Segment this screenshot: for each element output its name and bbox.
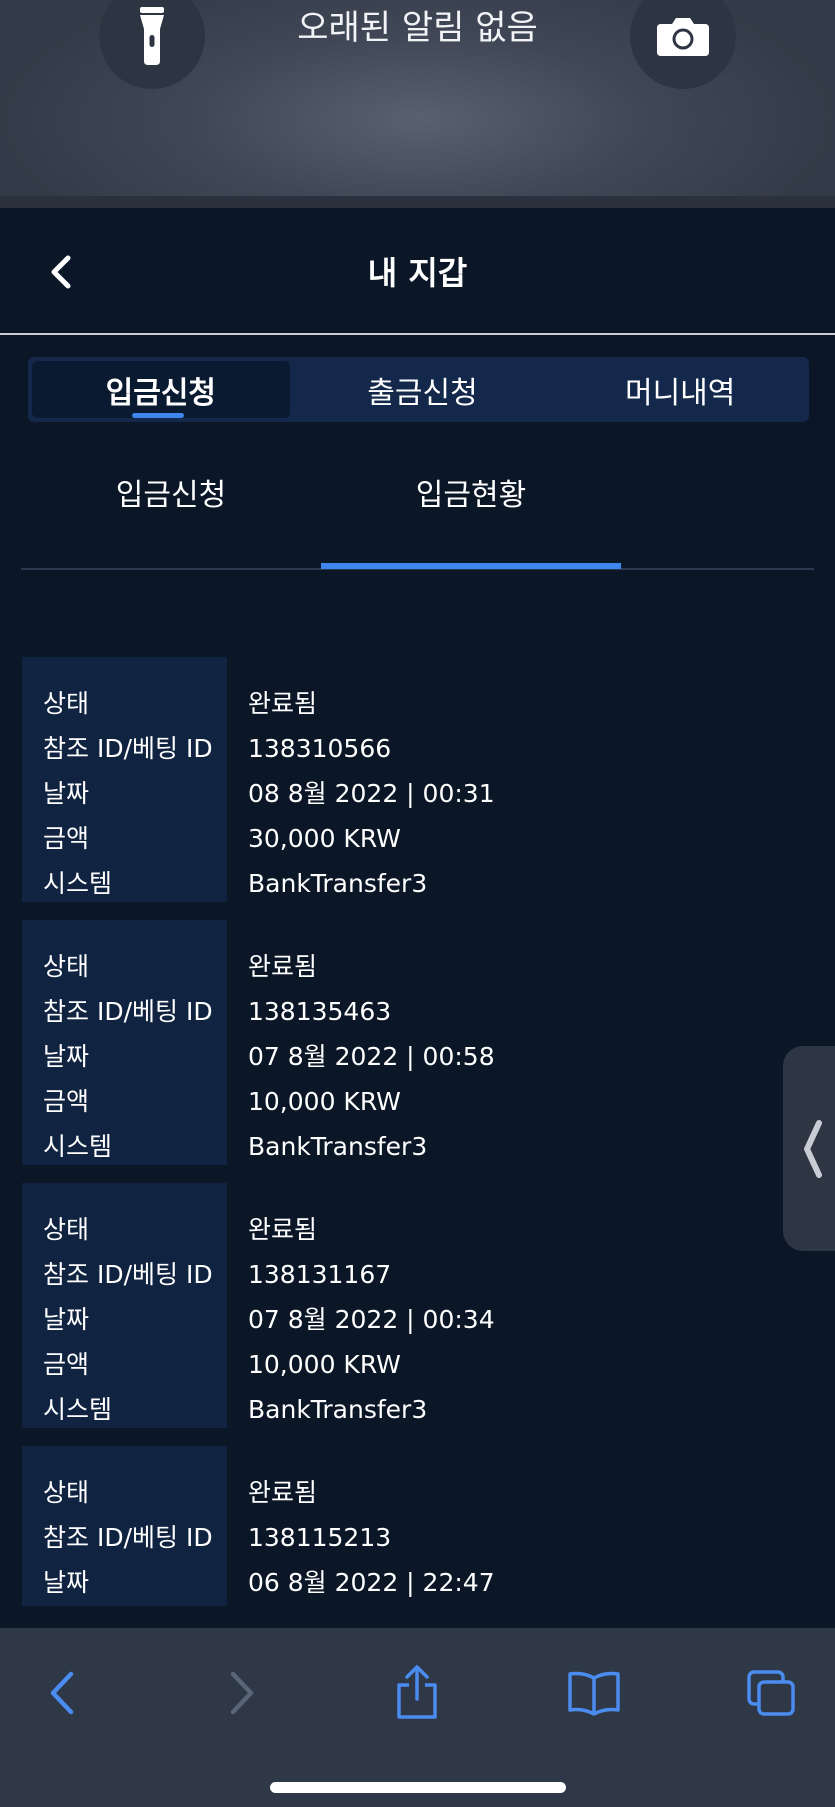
tab-withdraw-request[interactable]: 출금신청: [294, 357, 552, 422]
browser-forward-button[interactable]: [207, 1658, 277, 1728]
tab-label: 입금신청: [105, 375, 217, 411]
home-indicator[interactable]: [270, 1782, 566, 1793]
value-status: 완료됨: [248, 689, 318, 718]
value-ref-id: 138115213: [248, 1523, 392, 1552]
tab-deposit-request[interactable]: 입금신청: [32, 361, 290, 418]
value-status: 완료됨: [248, 1478, 318, 1507]
label-date: 날짜: [43, 1305, 90, 1334]
sub-tab-bar: 입금신청 입금현황: [21, 470, 814, 570]
tabs-icon: [747, 1670, 795, 1716]
value-date: 06 8월 2022 | 22:47: [248, 1568, 495, 1597]
label-system: 시스템: [43, 869, 113, 898]
value-amount: 10,000 KRW: [248, 1087, 401, 1116]
active-tab-indicator: [132, 413, 184, 418]
page-title: 내 지갑: [367, 254, 468, 292]
record-item: 상태 참조 ID/베팅 ID 날짜 완료됨 138115213 06 8월 20…: [22, 1446, 812, 1606]
main-tab-bar: 입금신청 출금신청 머니내역: [28, 357, 809, 422]
label-ref-id: 참조 ID/베팅 ID: [43, 997, 213, 1026]
value-system: BankTransfer3: [248, 1395, 428, 1424]
label-amount: 금액: [43, 824, 90, 853]
book-icon: [568, 1671, 620, 1716]
label-date: 날짜: [43, 779, 90, 808]
share-button[interactable]: [382, 1658, 452, 1728]
subtab-label: 입금신청: [115, 478, 227, 513]
value-date: 07 8월 2022 | 00:58: [248, 1042, 495, 1071]
chevron-left-icon: [804, 1119, 822, 1178]
chevron-right-icon: [230, 1671, 254, 1715]
value-ref-id: 138135463: [248, 997, 392, 1026]
tabs-button[interactable]: [736, 1658, 806, 1728]
label-date: 날짜: [43, 1568, 90, 1597]
label-ref-id: 참조 ID/베팅 ID: [43, 1260, 213, 1289]
side-panel-handle[interactable]: [783, 1046, 835, 1251]
app-header: 내 지갑: [0, 208, 835, 334]
label-status: 상태: [43, 1478, 90, 1507]
value-system: BankTransfer3: [248, 869, 428, 898]
browser-back-button[interactable]: [27, 1658, 97, 1728]
chevron-left-icon: [50, 1671, 74, 1715]
tab-label: 출금신청: [367, 375, 478, 411]
deposit-records-list: 상태 참조 ID/베팅 ID 날짜 금액 시스템 완료됨 138310566 0…: [22, 657, 812, 1624]
value-ref-id: 138310566: [248, 734, 392, 763]
label-status: 상태: [43, 952, 90, 981]
value-status: 완료됨: [248, 1215, 318, 1244]
bookmarks-button[interactable]: [559, 1658, 629, 1728]
label-amount: 금액: [43, 1350, 90, 1379]
record-item: 상태 참조 ID/베팅 ID 날짜 금액 시스템 완료됨 138131167 0…: [22, 1183, 812, 1428]
value-ref-id: 138131167: [248, 1260, 392, 1289]
record-labels: 상태 참조 ID/베팅 ID 날짜: [22, 1446, 227, 1606]
lock-screen-strip: [0, 196, 835, 208]
subtab-deposit-request[interactable]: 입금신청: [21, 470, 321, 570]
camera-icon: [657, 18, 709, 56]
browser-toolbar: [0, 1628, 835, 1807]
tab-label: 머니내역: [624, 375, 736, 411]
label-status: 상태: [43, 1215, 90, 1244]
value-system: BankTransfer3: [248, 1132, 428, 1161]
record-labels: 상태 참조 ID/베팅 ID 날짜 금액 시스템: [22, 1183, 227, 1428]
label-system: 시스템: [43, 1395, 113, 1424]
tab-money-history[interactable]: 머니내역: [551, 357, 809, 422]
record-item: 상태 참조 ID/베팅 ID 날짜 금액 시스템 완료됨 138310566 0…: [22, 657, 812, 902]
value-amount: 30,000 KRW: [248, 824, 401, 853]
record-values: 완료됨 138131167 07 8월 2022 | 00:34 10,000 …: [227, 1183, 812, 1428]
record-item: 상태 참조 ID/베팅 ID 날짜 금액 시스템 완료됨 138135463 0…: [22, 920, 812, 1165]
share-icon: [397, 1665, 437, 1719]
camera-button[interactable]: [630, 0, 736, 89]
subtab-label: 입금현황: [415, 478, 527, 513]
label-status: 상태: [43, 689, 90, 718]
value-date: 07 8월 2022 | 00:34: [248, 1305, 495, 1334]
label-ref-id: 참조 ID/베팅 ID: [43, 1523, 213, 1552]
active-subtab-indicator: [321, 563, 621, 569]
value-amount: 10,000 KRW: [248, 1350, 401, 1379]
value-status: 완료됨: [248, 952, 318, 981]
record-values: 완료됨 138115213 06 8월 2022 | 22:47: [227, 1446, 812, 1606]
header-divider: [0, 333, 835, 335]
record-values: 완료됨 138135463 07 8월 2022 | 00:58 10,000 …: [227, 920, 812, 1165]
label-ref-id: 참조 ID/베팅 ID: [43, 734, 213, 763]
label-amount: 금액: [43, 1087, 90, 1116]
label-system: 시스템: [43, 1132, 113, 1161]
label-date: 날짜: [43, 1042, 90, 1071]
lock-screen-area: 오래된 알림 없음: [0, 0, 835, 206]
record-labels: 상태 참조 ID/베팅 ID 날짜 금액 시스템: [22, 657, 227, 902]
value-date: 08 8월 2022 | 00:31: [248, 779, 495, 808]
subtab-deposit-status[interactable]: 입금현황: [321, 470, 621, 570]
record-labels: 상태 참조 ID/베팅 ID 날짜 금액 시스템: [22, 920, 227, 1165]
record-values: 완료됨 138310566 08 8월 2022 | 00:31 30,000 …: [227, 657, 812, 902]
